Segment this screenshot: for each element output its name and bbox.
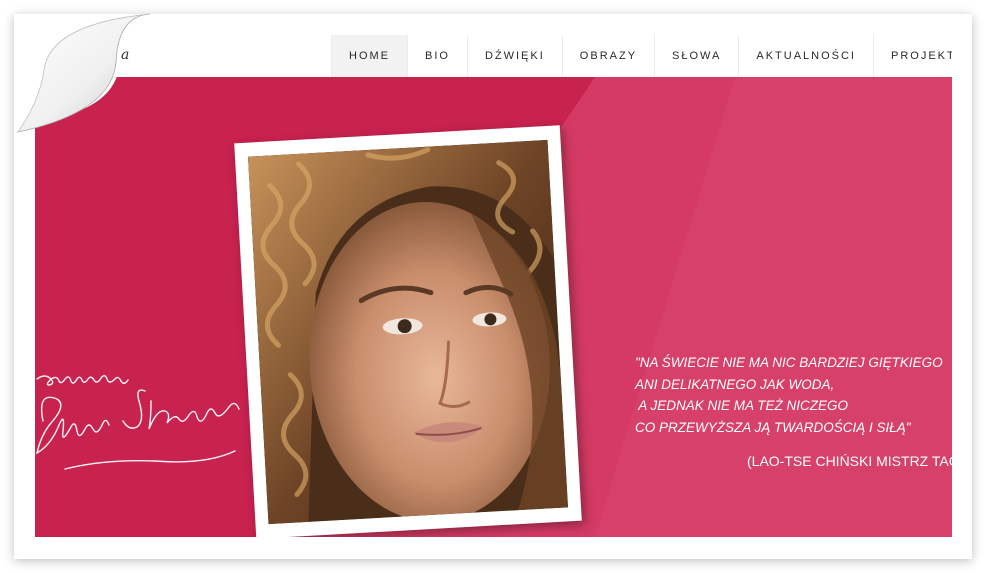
nav-projekty[interactable]: PROJEKTY — [873, 35, 952, 77]
nav-bio[interactable]: BIO — [407, 35, 467, 77]
hero-banner: "NA ŚWIECIE NIE MA NIC BARDZIEJ GIĘTKIEG… — [35, 77, 952, 537]
quote-line: ANI DELIKATNEGO JAK WODA, — [635, 376, 835, 392]
page-curl-decoration — [14, 13, 151, 133]
handwritten-signature — [35, 375, 240, 470]
header: a HOME BIO DŹWIĘKI OBRAZY SŁOWA AKTUALNO… — [35, 35, 952, 77]
nav-home[interactable]: HOME — [331, 35, 407, 77]
nav-dzwieki[interactable]: DŹWIĘKI — [466, 35, 562, 77]
quote-line: A JEDNAK NIE MA TEŻ NICZEGO — [635, 398, 849, 413]
nav-slowa[interactable]: SŁOWA — [654, 35, 738, 77]
website: a HOME BIO DŹWIĘKI OBRAZY SŁOWA AKTUALNO… — [35, 35, 952, 537]
quote-line: "NA ŚWIECIE NIE MA NIC BARDZIEJ GIĘTKIEG… — [635, 355, 943, 370]
main-nav: HOME BIO DŹWIĘKI OBRAZY SŁOWA AKTUALNOŚC… — [331, 35, 952, 77]
nav-obrazy[interactable]: OBRAZY — [561, 35, 654, 77]
portrait-photo — [247, 139, 569, 525]
quote: "NA ŚWIECIE NIE MA NIC BARDZIEJ GIĘTKIEG… — [635, 352, 952, 438]
quote-author: (LAO-TSE CHIŃSKI MISTRZ TAO — [747, 453, 952, 469]
portrait-frame — [234, 125, 582, 537]
nav-aktualnosci[interactable]: AKTUALNOŚCI — [738, 35, 873, 77]
quote-line: CO PRZEWYŻSZA JĄ TWARDOŚCIĄ I SIŁĄ" — [635, 419, 911, 435]
